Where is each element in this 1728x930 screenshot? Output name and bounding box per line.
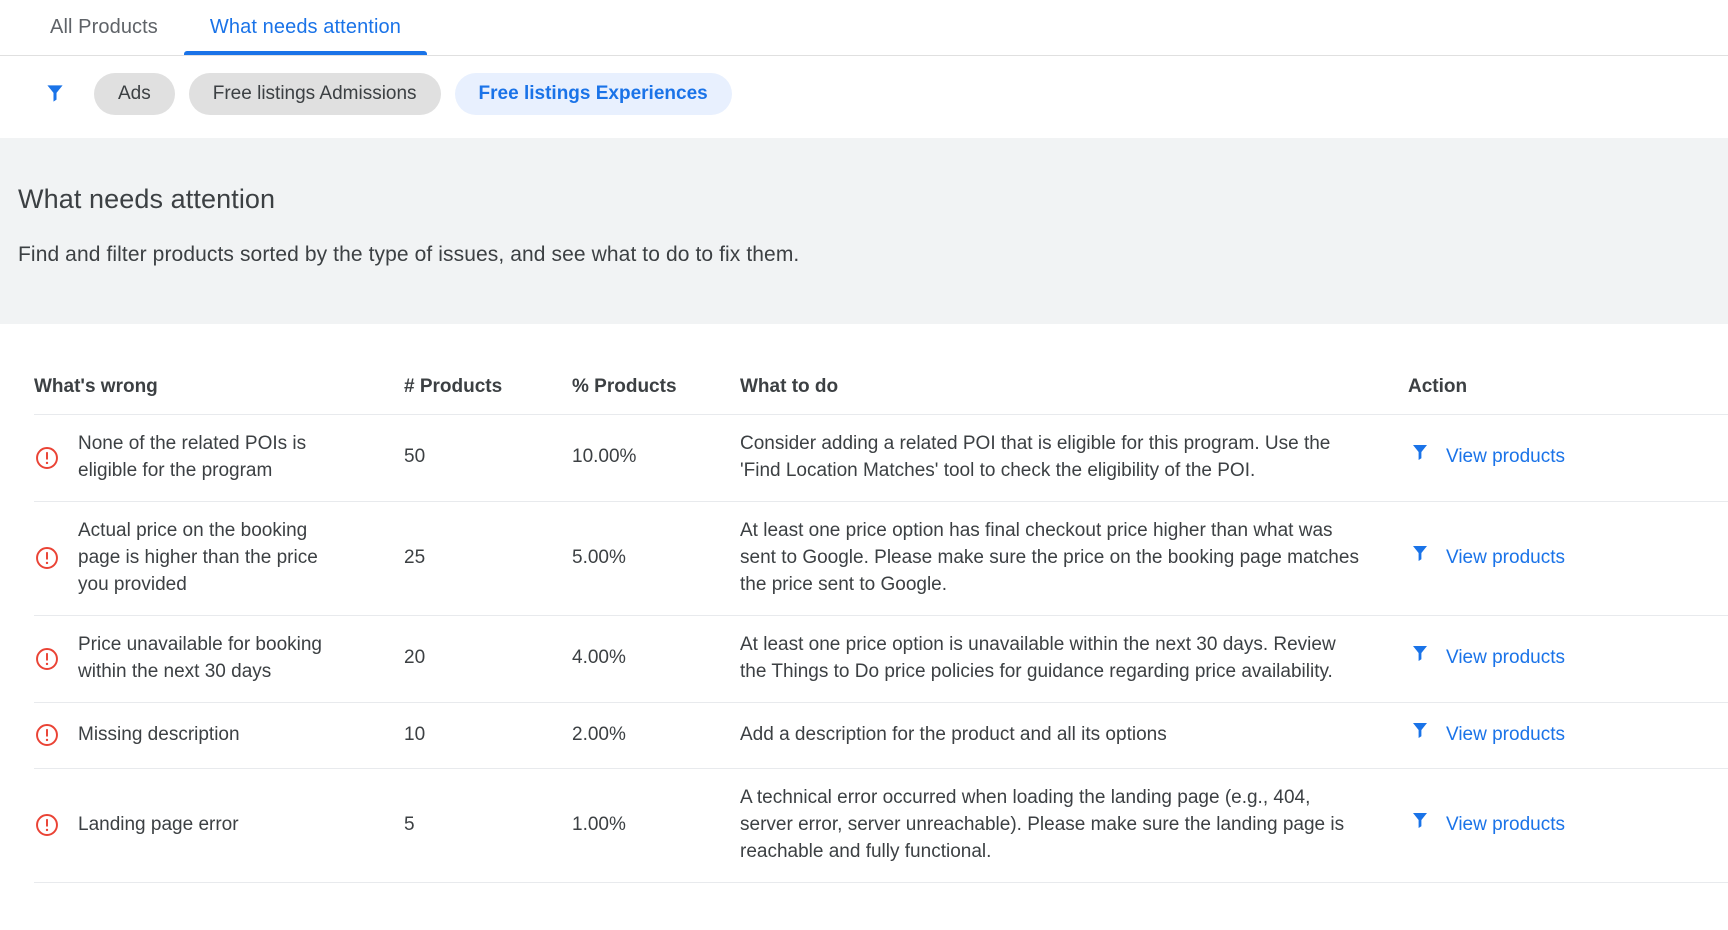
column-header-action: Action: [1408, 324, 1728, 415]
view-products-button[interactable]: View products: [1408, 642, 1728, 675]
cell-whats-wrong: Price unavailable for booking within the…: [34, 615, 404, 703]
tab-label: All Products: [50, 16, 158, 38]
view-products-label: View products: [1446, 546, 1565, 568]
view-products-label: View products: [1446, 647, 1565, 669]
view-products-label: View products: [1446, 813, 1565, 835]
cell-action: View products: [1408, 414, 1728, 502]
error-icon: [34, 445, 60, 471]
what-to-do-text: Add a description for the product and al…: [740, 723, 1167, 745]
filter-icon: [1408, 642, 1432, 675]
table-body: None of the related POIs is eligible for…: [34, 414, 1728, 883]
issue-title: Missing description: [78, 723, 240, 745]
error-icon: [34, 812, 60, 838]
chip-label: Free listings Admissions: [212, 83, 417, 104]
filter-icon: [1408, 542, 1432, 575]
view-products-button[interactable]: View products: [1408, 719, 1728, 752]
table-header: What's wrong # Products % Products What …: [34, 324, 1728, 415]
cell-action: View products: [1408, 615, 1728, 703]
table-row: Price unavailable for booking within the…: [34, 615, 1728, 703]
filter-icon[interactable]: [42, 81, 68, 107]
chip-ads[interactable]: Ads: [94, 73, 175, 115]
cell-whats-wrong: Landing page error: [34, 768, 404, 883]
what-to-do-text: Consider adding a related POI that is el…: [740, 433, 1331, 481]
column-header-num-products: # Products: [404, 324, 572, 415]
column-header-pct-products: % Products: [572, 324, 740, 415]
attention-banner: What needs attention Find and filter pro…: [0, 138, 1728, 324]
chip-free-listings-experiences[interactable]: Free listings Experiences: [454, 73, 732, 115]
cell-what-to-do: At least one price option is unavailable…: [740, 615, 1408, 703]
cell-pct-products: 1.00%: [572, 768, 740, 883]
chip-label: Ads: [118, 83, 151, 104]
cell-action: View products: [1408, 768, 1728, 883]
what-to-do-text: A technical error occurred when loading …: [740, 786, 1345, 862]
cell-whats-wrong: Actual price on the booking page is high…: [34, 501, 404, 616]
cell-num-products: 20: [404, 615, 572, 703]
view-products-button[interactable]: View products: [1408, 441, 1728, 474]
cell-num-products: 10: [404, 702, 572, 769]
issue-title: Landing page error: [78, 813, 239, 835]
table-row: Actual price on the booking page is high…: [34, 501, 1728, 616]
view-products-button[interactable]: View products: [1408, 809, 1728, 842]
view-products-label: View products: [1446, 723, 1565, 745]
chip-label: Free listings Experiences: [478, 83, 708, 104]
cell-pct-products: 4.00%: [572, 615, 740, 703]
cell-whats-wrong: None of the related POIs is eligible for…: [34, 414, 404, 502]
table-row: None of the related POIs is eligible for…: [34, 414, 1728, 502]
cell-action: View products: [1408, 501, 1728, 616]
page-root: All Products What needs attention Ads Fr…: [0, 0, 1728, 930]
issue-title: None of the related POIs is eligible for…: [78, 433, 307, 481]
table-row: Landing page error 5 1.00% A technical e…: [34, 768, 1728, 883]
error-icon: [34, 646, 60, 672]
page-title: What needs attention: [18, 184, 276, 214]
filter-icon: [1408, 441, 1432, 474]
cell-what-to-do: Add a description for the product and al…: [740, 702, 1408, 769]
tab-label: What needs attention: [209, 16, 401, 38]
issue-title: Price unavailable for booking within the…: [78, 633, 322, 682]
cell-whats-wrong: Missing description: [34, 702, 404, 769]
cell-num-products: 5: [404, 768, 572, 883]
page-subtitle: Find and filter products sorted by the t…: [18, 243, 800, 266]
cell-what-to-do: Consider adding a related POI that is el…: [740, 414, 1408, 502]
tab-bar: All Products What needs attention: [0, 0, 1728, 56]
issues-table-wrap: What's wrong # Products % Products What …: [0, 324, 1728, 883]
cell-what-to-do: A technical error occurred when loading …: [740, 768, 1408, 883]
error-icon: [34, 545, 60, 571]
filter-chip-bar: Ads Free listings Admissions Free listin…: [0, 56, 1728, 132]
cell-action: View products: [1408, 702, 1728, 769]
cell-what-to-do: At least one price option has final chec…: [740, 501, 1408, 616]
filter-icon: [1408, 809, 1432, 842]
cell-pct-products: 2.00%: [572, 702, 740, 769]
view-products-label: View products: [1446, 446, 1565, 468]
filter-icon: [1408, 719, 1432, 752]
chip-free-listings-admissions[interactable]: Free listings Admissions: [188, 73, 441, 115]
table-header-row: What's wrong # Products % Products What …: [34, 324, 1728, 415]
issues-table: What's wrong # Products % Products What …: [34, 324, 1728, 883]
cell-num-products: 50: [404, 414, 572, 502]
table-row: Missing description 10 2.00% Add a descr…: [34, 702, 1728, 769]
error-icon: [34, 722, 60, 748]
tab-what-needs-attention[interactable]: What needs attention: [183, 0, 427, 55]
cell-pct-products: 10.00%: [572, 414, 740, 502]
what-to-do-text: At least one price option is unavailable…: [740, 633, 1336, 682]
issue-title: Actual price on the booking page is high…: [78, 519, 318, 595]
column-header-what-to-do: What to do: [740, 324, 1408, 415]
cell-num-products: 25: [404, 501, 572, 616]
what-to-do-text: At least one price option has final chec…: [740, 519, 1359, 595]
view-products-button[interactable]: View products: [1408, 542, 1728, 575]
column-header-whats-wrong: What's wrong: [34, 324, 404, 415]
cell-pct-products: 5.00%: [572, 501, 740, 616]
tab-all-products[interactable]: All Products: [24, 0, 184, 55]
